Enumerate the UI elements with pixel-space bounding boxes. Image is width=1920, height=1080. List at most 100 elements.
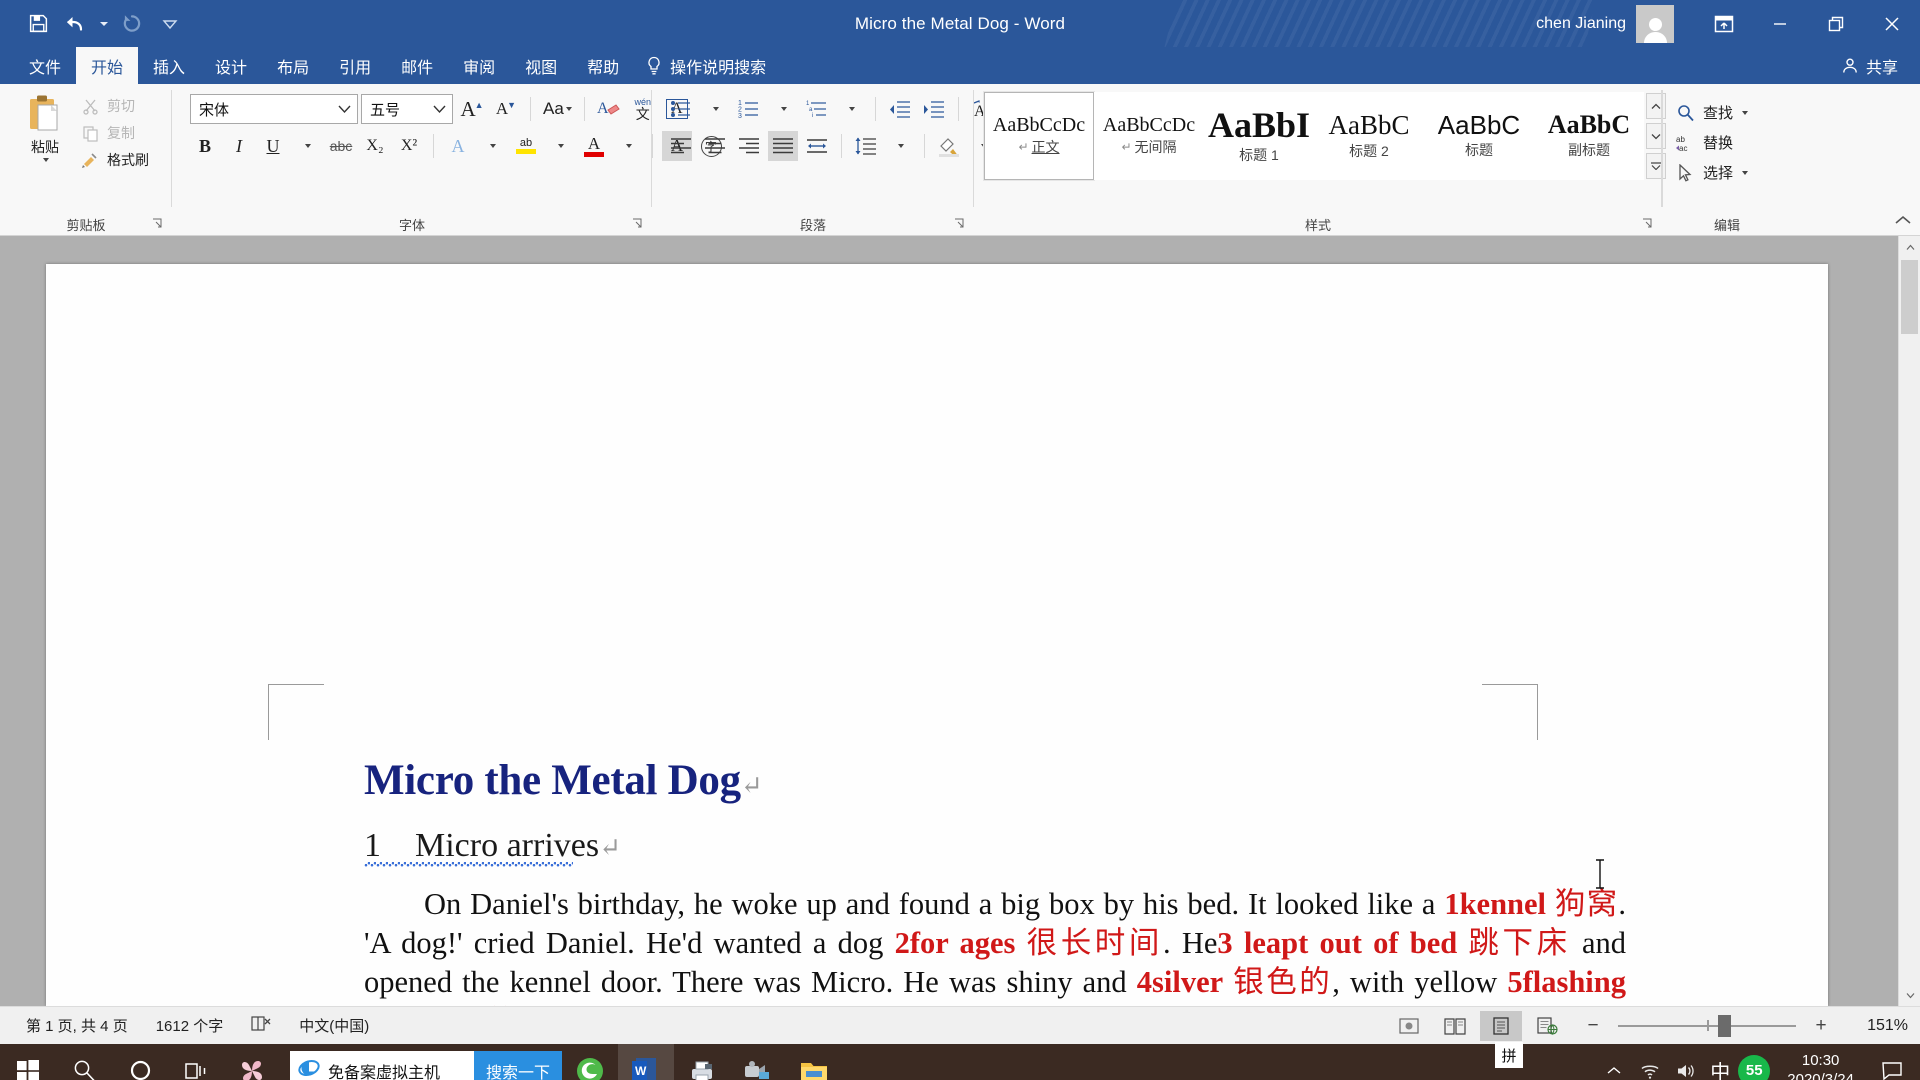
chevron-down-icon[interactable] (430, 105, 448, 114)
search-widget[interactable]: 免备案虚拟主机 搜索一下 (290, 1050, 562, 1080)
find-button[interactable]: 查找 (1676, 102, 1749, 123)
highlight-button[interactable]: ab (511, 131, 541, 161)
cut-button[interactable]: 剪切 (80, 96, 149, 116)
font-color-button[interactable]: A (579, 131, 609, 161)
collapse-ribbon-button[interactable] (1894, 213, 1912, 231)
proofing-status[interactable] (237, 1015, 285, 1036)
scrollbar-thumb[interactable] (1901, 260, 1918, 334)
close-button[interactable] (1864, 0, 1920, 47)
taskbar-clock[interactable]: 10:30 2020/3/24 (1773, 1052, 1868, 1080)
text-effects-button[interactable]: A (443, 131, 473, 161)
increase-indent-button[interactable] (919, 94, 949, 124)
share-button[interactable]: 共享 (1829, 47, 1920, 84)
style-item-title[interactable]: AaBbC 标题 (1424, 92, 1534, 180)
ribbon-display-options-button[interactable] (1696, 0, 1752, 47)
replace-button[interactable]: ab ac 替换 (1676, 132, 1748, 153)
format-painter-button[interactable]: 格式刷 (80, 150, 149, 170)
taskbar-app-word[interactable]: W (618, 1044, 674, 1080)
grow-font-button[interactable]: A ▲ (457, 94, 487, 124)
avatar[interactable] (1636, 4, 1674, 43)
style-item-subtitle[interactable]: AaBbC 副标题 (1534, 92, 1644, 180)
tab-review[interactable]: 审阅 (448, 47, 510, 84)
paragraph-dialog-launcher[interactable] (954, 218, 968, 232)
taskbar-search-button[interactable] (56, 1044, 112, 1080)
line-spacing-button[interactable] (851, 131, 881, 161)
document-page[interactable]: Micro the Metal Dog↵ 1 Micro arrives ↵ O… (46, 264, 1828, 1006)
macro-button[interactable] (1388, 1011, 1430, 1041)
action-center-button[interactable] (1870, 1044, 1914, 1080)
numbering-button[interactable]: 123 (734, 94, 764, 124)
ime-mode-indicator[interactable]: 中 (1705, 1044, 1735, 1080)
clipboard-dialog-launcher[interactable] (152, 218, 166, 232)
style-item-body[interactable]: AaBbCcDc ↵ 正文 (983, 91, 1095, 181)
shading-button[interactable] (934, 131, 964, 161)
document-text-body[interactable]: Micro the Metal Dog↵ 1 Micro arrives ↵ O… (364, 756, 1626, 1006)
print-layout-button[interactable] (1480, 1010, 1522, 1041)
bullets-button[interactable] (666, 94, 696, 124)
shrink-font-button[interactable]: A ▼ (491, 94, 521, 124)
font-size-combo[interactable]: 五号 (361, 94, 453, 124)
zoom-level[interactable]: 151% (1846, 1017, 1908, 1035)
scroll-down-button[interactable] (1899, 984, 1920, 1006)
tab-insert[interactable]: 插入 (138, 47, 200, 84)
underline-dropdown-button[interactable] (292, 131, 322, 161)
ime-floating-indicator[interactable]: 拼 (1495, 1042, 1523, 1068)
zoom-in-button[interactable]: + (1800, 1011, 1842, 1041)
taskbar-app-camcorder[interactable] (730, 1044, 786, 1080)
wifi-icon[interactable] (1633, 1044, 1667, 1080)
font-name-combo[interactable]: 宋体 (190, 94, 358, 124)
start-button[interactable] (0, 1044, 56, 1080)
read-mode-button[interactable] (1434, 1011, 1476, 1041)
language-indicator[interactable]: 中文(中国) (285, 1015, 383, 1036)
select-button[interactable]: 选择 (1676, 162, 1749, 183)
underline-button[interactable]: U (258, 131, 288, 161)
italic-button[interactable]: I (224, 131, 254, 161)
highlight-dropdown-button[interactable] (545, 131, 575, 161)
decrease-indent-button[interactable] (885, 94, 915, 124)
font-color-dropdown-button[interactable] (613, 131, 643, 161)
taskbar-app-file-explorer[interactable] (786, 1044, 842, 1080)
style-item-no-spacing[interactable]: AaBbCcDc ↵ 无间隔 (1094, 92, 1204, 180)
show-hidden-icons-button[interactable] (1597, 1044, 1631, 1080)
align-left-button[interactable] (666, 131, 696, 161)
web-layout-button[interactable] (1526, 1011, 1568, 1041)
bold-button[interactable]: B (190, 131, 220, 161)
pinwheel-icon[interactable] (224, 1044, 280, 1080)
search-widget-input[interactable]: 免备案虚拟主机 (290, 1057, 474, 1080)
justify-button[interactable] (768, 131, 798, 161)
strikethrough-button[interactable]: abc (326, 131, 356, 161)
paste-button[interactable]: 粘贴 (14, 88, 76, 162)
tell-me-search[interactable]: 操作说明搜索 (634, 47, 778, 84)
tab-help[interactable]: 帮助 (572, 47, 634, 84)
account-name[interactable]: chen Jianing (1536, 15, 1626, 33)
numbering-dropdown-button[interactable] (768, 94, 798, 124)
zoom-out-button[interactable]: − (1572, 1011, 1614, 1041)
multilevel-list-button[interactable]: 1ai (802, 94, 832, 124)
speaker-icon[interactable] (1669, 1044, 1703, 1080)
font-dialog-launcher[interactable] (632, 218, 646, 232)
zoom-slider-thumb[interactable] (1717, 1014, 1731, 1037)
tab-view[interactable]: 视图 (510, 47, 572, 84)
search-widget-button[interactable]: 搜索一下 (473, 1050, 562, 1080)
bullets-dropdown-button[interactable] (700, 94, 730, 124)
minimize-button[interactable] (1752, 0, 1808, 47)
align-center-button[interactable] (700, 131, 730, 161)
change-case-button[interactable]: Aa (540, 94, 575, 124)
word-count[interactable]: 1612 个字 (142, 1015, 238, 1036)
copy-button[interactable]: 复制 (80, 123, 149, 143)
distribute-button[interactable] (802, 131, 832, 161)
scroll-up-button[interactable] (1899, 236, 1920, 258)
text-effects-dropdown-button[interactable] (477, 131, 507, 161)
style-item-heading-2[interactable]: AaBbC 标题 2 (1314, 92, 1424, 180)
document-canvas[interactable]: Micro the Metal Dog↵ 1 Micro arrives ↵ O… (0, 236, 1920, 1006)
vertical-scrollbar[interactable] (1898, 236, 1920, 1006)
taskbar-app-edge[interactable] (562, 1044, 618, 1080)
style-item-heading-1[interactable]: AaBbI 标题 1 (1204, 92, 1314, 180)
clear-formatting-button[interactable]: A (594, 94, 624, 124)
tab-references[interactable]: 引用 (324, 47, 386, 84)
subscript-button[interactable]: X₂ (360, 131, 390, 161)
notification-badge[interactable]: 55 (1737, 1044, 1771, 1080)
taskbar-app-printer[interactable] (674, 1044, 730, 1080)
chevron-down-icon[interactable] (43, 158, 49, 162)
restore-button[interactable] (1808, 0, 1864, 47)
